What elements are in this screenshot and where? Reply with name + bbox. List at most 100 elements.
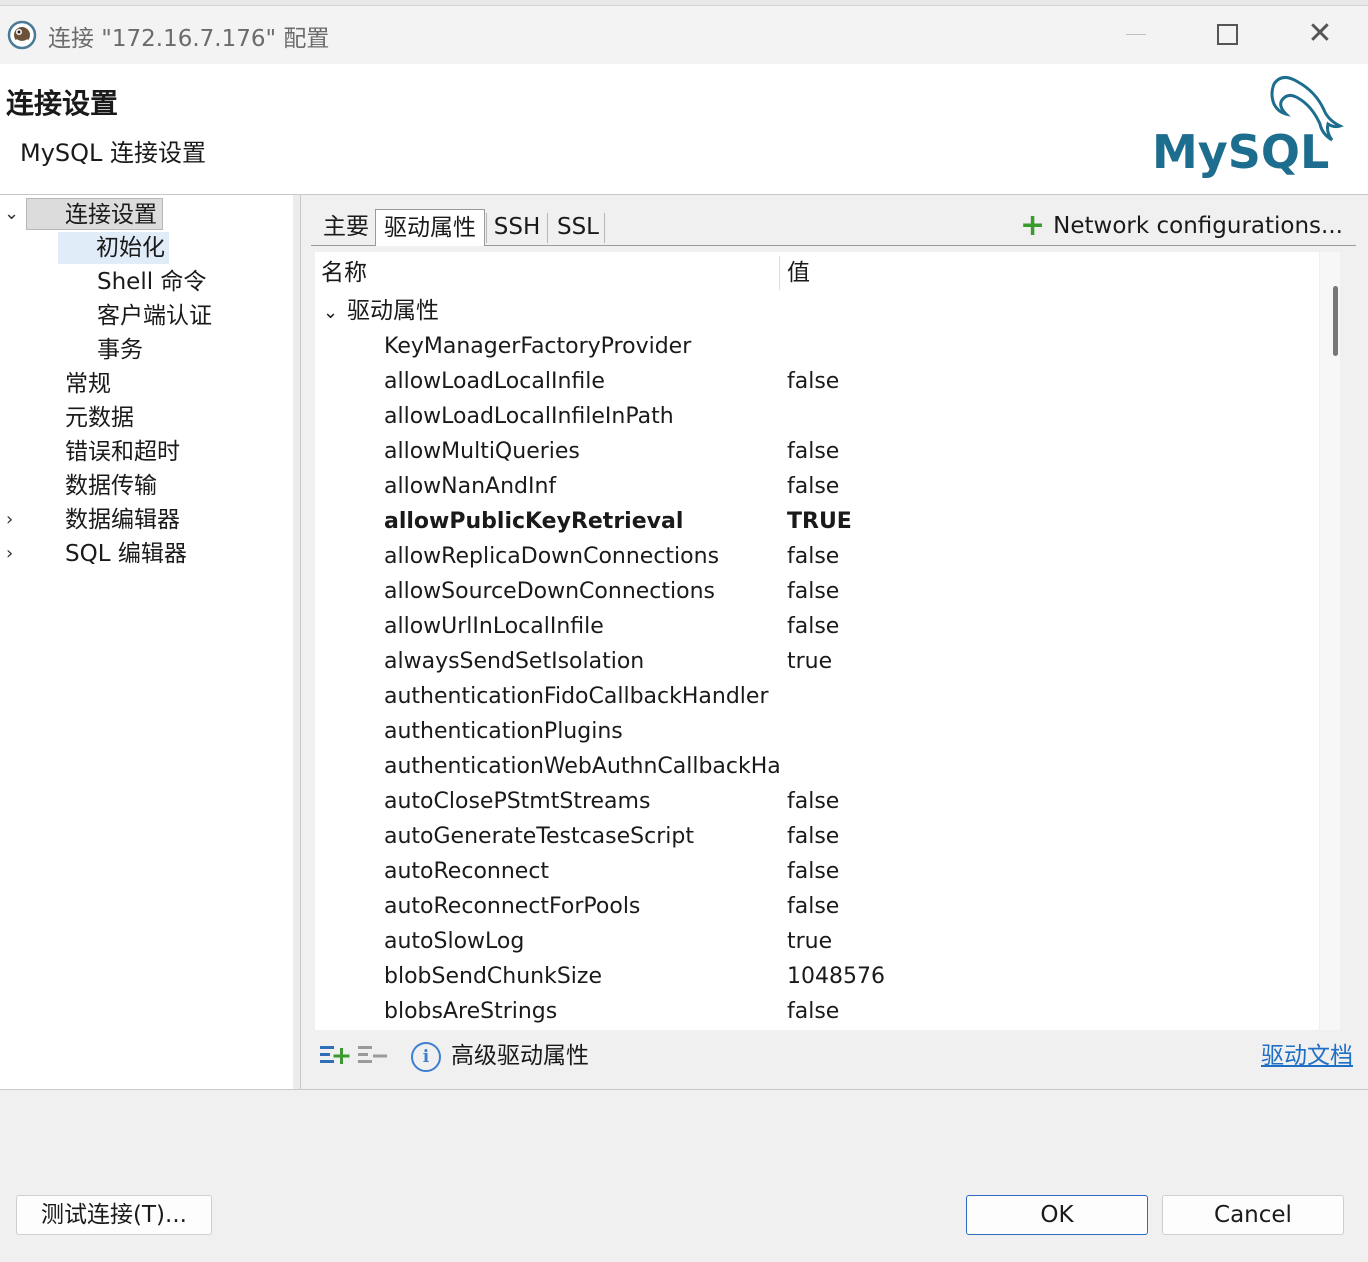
property-row[interactable]: blobSendChunkSize 1048576: [315, 959, 1319, 994]
property-name: authenticationFidoCallbackHandler: [384, 684, 769, 709]
property-value[interactable]: false: [787, 889, 839, 924]
property-value[interactable]: false: [787, 854, 839, 889]
property-name: allowLoadLocalInfileInPath: [384, 404, 674, 429]
tree-item-shell-commands[interactable]: Shell 命令: [97, 266, 206, 298]
property-row[interactable]: authenticationFidoCallbackHandler: [315, 679, 1319, 714]
tab-driver-properties[interactable]: 驱动属性: [375, 209, 485, 246]
property-row[interactable]: allowLoadLocalInfile false: [315, 364, 1319, 399]
property-name: KeyManagerFactoryProvider: [384, 334, 692, 359]
property-name: autoReconnectForPools: [384, 894, 641, 919]
property-name: allowMultiQueries: [384, 439, 580, 464]
driver-docs-link[interactable]: 驱动文档: [1261, 1035, 1353, 1077]
close-button[interactable]: ✕: [1292, 12, 1348, 56]
property-value[interactable]: false: [787, 784, 839, 819]
tree-item-client-auth[interactable]: 客户端认证: [97, 300, 212, 332]
tree-item-connection-settings[interactable]: 连接设置: [26, 198, 163, 230]
tree-item-metadata[interactable]: 元数据: [65, 402, 134, 434]
property-row[interactable]: allowReplicaDownConnections false: [315, 539, 1319, 574]
property-group-row[interactable]: ⌄ 驱动属性: [323, 294, 439, 329]
property-name: allowReplicaDownConnections: [384, 544, 720, 569]
column-header-value[interactable]: 值: [787, 252, 810, 294]
top-strip: [0, 0, 1368, 6]
page-subtitle: MySQL 连接设置: [20, 139, 207, 167]
property-name: allowLoadLocalInfile: [384, 369, 605, 394]
property-name: autoReconnect: [384, 859, 550, 884]
ok-button[interactable]: OK: [966, 1195, 1148, 1235]
mysql-logo: MySQL: [1152, 76, 1344, 179]
property-row[interactable]: autoGenerateTestcaseScript false: [315, 819, 1319, 854]
property-value[interactable]: true: [787, 924, 832, 959]
property-value[interactable]: TRUE: [787, 504, 852, 539]
property-name: authenticationPlugins: [384, 719, 623, 744]
property-row[interactable]: allowUrlInLocalInfile false: [315, 609, 1319, 644]
table-toolbar: i 高级驱动属性 驱动文档: [315, 1035, 1355, 1077]
test-connection-button[interactable]: 测试连接(T)...: [16, 1195, 212, 1235]
property-row[interactable]: allowNanAndInf false: [315, 469, 1319, 504]
minimize-button[interactable]: [1108, 12, 1164, 56]
tree-item-general[interactable]: 常规: [65, 368, 111, 400]
tree-item-sql-editor[interactable]: SQL 编辑器: [65, 538, 187, 570]
property-name: blobsAreStrings: [384, 999, 558, 1024]
chevron-down-icon[interactable]: ⌄: [4, 198, 24, 230]
tab-divider: [604, 213, 605, 243]
chevron-right-icon[interactable]: ›: [6, 504, 26, 536]
vertical-scrollbar[interactable]: [1320, 252, 1340, 1030]
network-configurations-button[interactable]: + Network configurations...: [1020, 206, 1343, 246]
chevron-right-icon[interactable]: ›: [6, 538, 26, 570]
property-value[interactable]: false: [787, 434, 839, 469]
property-value[interactable]: false: [787, 574, 839, 609]
tab-ssl[interactable]: SSL: [553, 209, 603, 245]
tab-main[interactable]: 主要: [319, 209, 373, 245]
tree-item-data-editor[interactable]: 数据编辑器: [65, 504, 180, 536]
property-value[interactable]: true: [787, 644, 832, 679]
property-value[interactable]: false: [787, 539, 839, 574]
property-row[interactable]: blobsAreStrings false: [315, 994, 1319, 1029]
page-header: 连接设置 MySQL 连接设置 MySQL: [0, 64, 1368, 195]
minimize-icon: [1126, 33, 1146, 35]
chevron-down-icon[interactable]: ⌄: [323, 295, 347, 330]
property-row[interactable]: KeyManagerFactoryProvider: [315, 329, 1319, 364]
scrollbar-thumb[interactable]: [1333, 286, 1338, 356]
property-value[interactable]: false: [787, 469, 839, 504]
advanced-driver-properties-label: 高级驱动属性: [451, 1043, 589, 1069]
tree-item-errors-timeouts[interactable]: 错误和超时: [65, 436, 180, 468]
property-row[interactable]: autoReconnectForPools false: [315, 889, 1319, 924]
property-row[interactable]: allowLoadLocalInfileInPath: [315, 399, 1319, 434]
network-configurations-label: Network configurations...: [1053, 213, 1343, 239]
tab-divider: [547, 213, 548, 243]
tab-ssh[interactable]: SSH: [491, 209, 543, 245]
property-value[interactable]: false: [787, 819, 839, 854]
property-row[interactable]: allowSourceDownConnections false: [315, 574, 1319, 609]
property-row[interactable]: alwaysSendSetIsolation true: [315, 644, 1319, 679]
property-row[interactable]: authenticationWebAuthnCallbackHan: [315, 749, 1319, 784]
remove-property-icon[interactable]: [357, 1040, 389, 1070]
tree-item-init[interactable]: 初始化: [58, 232, 169, 264]
property-row[interactable]: autoClosePStmtStreams false: [315, 784, 1319, 819]
property-value[interactable]: false: [787, 609, 839, 644]
column-divider[interactable]: [779, 256, 780, 290]
property-name: allowSourceDownConnections: [384, 579, 715, 604]
add-property-icon[interactable]: [319, 1040, 351, 1070]
driver-properties-table[interactable]: 名称 值 ⌄ 驱动属性 KeyManagerFactoryProvider allo…: [315, 252, 1319, 1030]
property-value[interactable]: false: [787, 994, 839, 1029]
property-row[interactable]: allowPublicKeyRetrieval TRUE: [315, 504, 1319, 539]
maximize-icon: [1216, 23, 1238, 45]
property-row[interactable]: autoSlowLog true: [315, 924, 1319, 959]
panel-splitter[interactable]: [293, 195, 301, 1089]
property-name: allowNanAndInf: [384, 474, 557, 499]
property-value[interactable]: 1048576: [787, 959, 885, 994]
window-title: 连接 "172.16.7.176" 配置: [48, 26, 330, 52]
tree-item-data-transfer[interactable]: 数据传输: [65, 470, 157, 502]
svg-text:MySQL: MySQL: [1152, 125, 1329, 179]
column-header-name[interactable]: 名称: [321, 252, 367, 294]
tree-item-transactions[interactable]: 事务: [97, 334, 143, 366]
cancel-button[interactable]: Cancel: [1162, 1195, 1344, 1235]
property-row[interactable]: allowMultiQueries false: [315, 434, 1319, 469]
property-name: allowUrlInLocalInfile: [384, 614, 604, 639]
property-row[interactable]: autoReconnect false: [315, 854, 1319, 889]
property-row[interactable]: authenticationPlugins: [315, 714, 1319, 749]
page-title: 连接设置: [6, 87, 119, 120]
property-value[interactable]: false: [787, 364, 839, 399]
maximize-button[interactable]: [1199, 12, 1255, 56]
property-name: blobSendChunkSize: [384, 964, 603, 989]
